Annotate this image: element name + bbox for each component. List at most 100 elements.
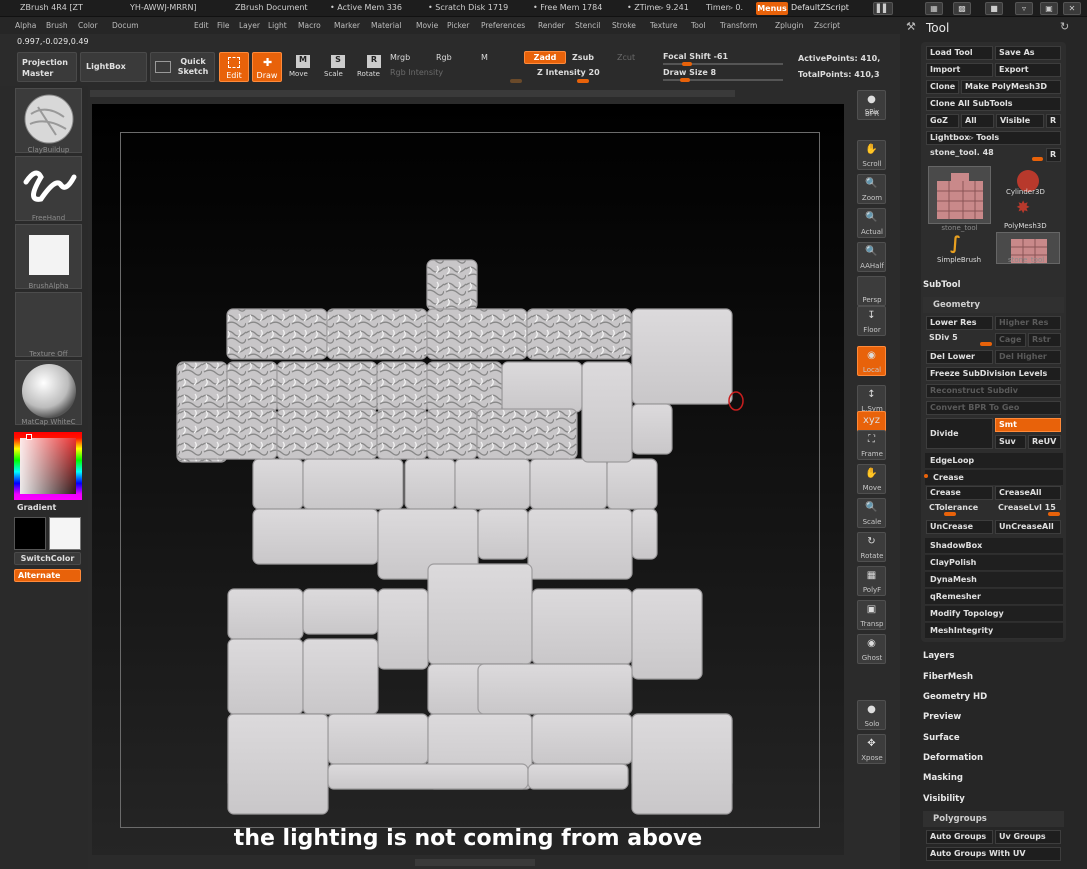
close-icon[interactable]: ✕ xyxy=(1063,2,1081,15)
hue-ring[interactable] xyxy=(14,432,82,500)
menu-macro[interactable]: Macro xyxy=(298,21,321,30)
geometry-section[interactable]: Geometry xyxy=(923,297,1064,313)
texture-thumbnail[interactable] xyxy=(15,292,82,357)
export-button[interactable]: Export xyxy=(995,63,1061,77)
reuv-button[interactable]: ReUV xyxy=(1028,435,1061,449)
uv-groups-button[interactable]: Uv Groups xyxy=(995,830,1061,844)
del-higher-button[interactable]: Del Higher xyxy=(995,350,1061,364)
smt-button[interactable]: Smt xyxy=(995,418,1061,432)
current-tool-slider[interactable]: stone_tool. 48 xyxy=(930,148,994,157)
uncrease-all-button[interactable]: UnCreaseAll xyxy=(995,520,1061,534)
zadd-button[interactable]: Zadd xyxy=(524,51,566,64)
claypolish-section[interactable]: ClayPolish xyxy=(925,555,1063,571)
alternate-button[interactable]: Alternate xyxy=(14,569,81,582)
crease-all-button[interactable]: CreaseAll xyxy=(995,486,1061,500)
focal-shift-slider[interactable]: Focal Shift -61 xyxy=(663,52,728,61)
menu-movie[interactable]: Movie xyxy=(416,21,438,30)
preview-section[interactable]: Preview xyxy=(923,712,961,722)
alpha-thumbnail[interactable] xyxy=(15,224,82,289)
del-lower-button[interactable]: Del Lower xyxy=(926,350,993,364)
default-zscript-button[interactable]: DefaultZScript xyxy=(791,3,849,12)
zcut-button[interactable]: Zcut xyxy=(617,53,635,62)
clone-button[interactable]: Clone xyxy=(926,80,959,94)
convert-bpr-button[interactable]: Convert BPR To Geo xyxy=(926,401,1061,415)
goz-visible-button[interactable]: Visible xyxy=(996,114,1044,128)
menu-light[interactable]: Light xyxy=(268,21,287,30)
canvas-scrollbar[interactable] xyxy=(90,90,735,97)
menu-transform[interactable]: Transform xyxy=(720,21,757,30)
palette-refresh-icon[interactable]: ↻ xyxy=(1060,20,1069,33)
split-view-icon[interactable]: ▩ xyxy=(953,2,971,15)
crease-button[interactable]: Crease xyxy=(926,486,993,500)
z-intensity-slider[interactable]: Z Intensity 20 xyxy=(537,68,600,77)
menu-zplugin[interactable]: Zplugin xyxy=(775,21,803,30)
lightbox-tools-button[interactable]: Lightbox▹ Tools xyxy=(926,131,1061,145)
lock-icon[interactable]: ■ xyxy=(985,2,1003,15)
switch-color-button[interactable]: SwitchColor xyxy=(14,552,81,565)
menus-button[interactable]: Menus xyxy=(756,2,788,15)
m-button[interactable]: M xyxy=(481,53,488,62)
menu-edit[interactable]: Edit xyxy=(194,21,209,30)
qremesher-section[interactable]: qRemesher xyxy=(925,589,1063,605)
secondary-color-swatch[interactable] xyxy=(49,517,81,550)
draw-button[interactable]: ✚ Draw xyxy=(252,52,282,82)
zsub-button[interactable]: Zsub xyxy=(572,53,594,62)
suv-button[interactable]: Suv xyxy=(995,435,1026,449)
menu-docum[interactable]: Docum xyxy=(112,21,139,30)
gradient-label[interactable]: Gradient xyxy=(17,503,56,512)
creaselvl-slider[interactable]: CreaseLvl 15 xyxy=(998,503,1056,512)
rgb-intensity-slider[interactable]: Rgb Intensity xyxy=(390,68,443,77)
menu-picker[interactable]: Picker xyxy=(447,21,469,30)
load-tool-button[interactable]: Load Tool xyxy=(926,46,993,60)
quick-sketch-button[interactable]: Quick Sketch xyxy=(150,52,215,82)
edgeloop-section[interactable]: EdgeLoop xyxy=(925,453,1063,469)
menu-tool[interactable]: Tool xyxy=(691,21,706,30)
geometry-hd-section[interactable]: Geometry HD xyxy=(923,692,987,702)
meshintegrity-section[interactable]: MeshIntegrity xyxy=(925,623,1063,639)
menu-render[interactable]: Render xyxy=(538,21,565,30)
edit-button[interactable]: Edit xyxy=(219,52,249,82)
subtool-section[interactable]: SubTool xyxy=(923,280,961,290)
main-color-swatch[interactable] xyxy=(14,517,46,550)
surface-section[interactable]: Surface xyxy=(923,733,960,743)
stroke-thumbnail[interactable] xyxy=(15,156,82,221)
menu-marker[interactable]: Marker xyxy=(334,21,360,30)
tool-thumb-stone-tool[interactable] xyxy=(928,166,991,224)
minimize-icon[interactable]: ▿ xyxy=(1015,2,1033,15)
modify-topology-section[interactable]: Modify Topology xyxy=(925,606,1063,622)
layout-toggle-icon[interactable]: ▌▌ xyxy=(873,2,893,15)
menu-zscript[interactable]: Zscript xyxy=(814,21,840,30)
uncrease-button[interactable]: UnCrease xyxy=(926,520,993,534)
masking-section[interactable]: Masking xyxy=(923,773,963,783)
menu-color[interactable]: Color xyxy=(78,21,98,30)
dynamesh-section[interactable]: DynaMesh xyxy=(925,572,1063,588)
move-button[interactable]: Move xyxy=(289,70,308,78)
draw-size-slider[interactable]: Draw Size 8 xyxy=(663,68,716,77)
bottom-scroll-handle[interactable] xyxy=(415,859,535,866)
sdiv-slider[interactable]: SDiv 5 xyxy=(929,333,958,342)
brush-thumbnail[interactable] xyxy=(15,88,82,153)
mrgb-button[interactable]: Mrgb xyxy=(390,53,410,62)
spix-label[interactable]: SPix xyxy=(850,108,894,116)
projection-master-button[interactable]: Projection Master xyxy=(17,52,77,82)
tool-r-button[interactable]: R xyxy=(1046,148,1061,162)
shadowbox-section[interactable]: ShadowBox xyxy=(925,538,1063,554)
ctolerance-slider[interactable]: CTolerance xyxy=(929,503,978,512)
visibility-section[interactable]: Visibility xyxy=(923,794,965,804)
stone-mesh-view[interactable] xyxy=(92,104,844,855)
maximize-icon[interactable]: ▣ xyxy=(1040,2,1058,15)
import-button[interactable]: Import xyxy=(926,63,993,77)
clone-all-subtools-button[interactable]: Clone All SubTools xyxy=(926,97,1061,111)
goz-button[interactable]: GoZ xyxy=(926,114,959,128)
tool-thumb-simplebrush[interactable]: ∫ xyxy=(950,233,961,254)
tool-thumb-polymesh[interactable]: ✸ xyxy=(1016,198,1030,218)
cage-button[interactable]: Cage xyxy=(995,333,1026,347)
menu-preferences[interactable]: Preferences xyxy=(481,21,525,30)
auto-groups-uv-button[interactable]: Auto Groups With UV xyxy=(926,847,1061,861)
save-as-button[interactable]: Save As xyxy=(995,46,1061,60)
menu-alpha[interactable]: Alpha xyxy=(15,21,36,30)
deformation-section[interactable]: Deformation xyxy=(923,753,983,763)
goz-r-button[interactable]: R xyxy=(1046,114,1061,128)
goz-all-button[interactable]: All xyxy=(961,114,994,128)
lightbox-button[interactable]: LightBox xyxy=(80,52,147,82)
